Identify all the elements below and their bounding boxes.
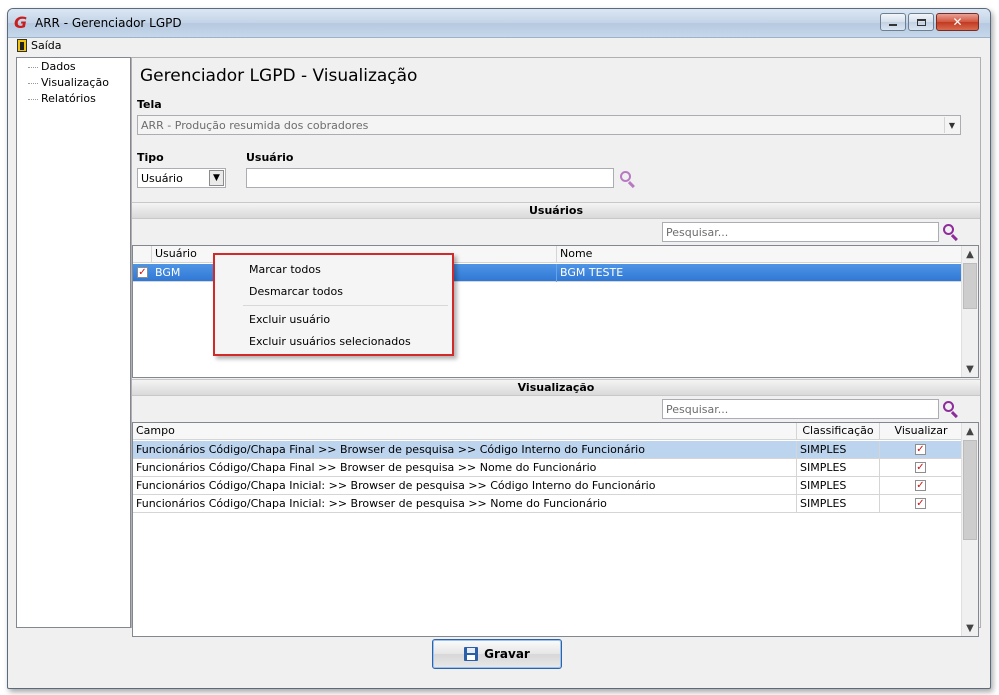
usuario-label: Usuário (246, 151, 294, 164)
cell-campo: Funcionários Código/Chapa Inicial: >> Br… (133, 495, 797, 513)
visualizacao-grid-header: Campo Classificação Visualizar (133, 423, 962, 440)
app-logo-icon: G (14, 13, 28, 32)
context-menu-item-desmarcar-todos[interactable]: Desmarcar todos (249, 285, 343, 298)
minimize-icon (889, 24, 897, 26)
context-menu-item-excluir-usuario[interactable]: Excluir usuário (249, 313, 330, 326)
usuario-input[interactable] (246, 168, 614, 188)
navigation-tree: Dados Visualização Relatórios (16, 57, 131, 628)
cell-campo: Funcionários Código/Chapa Inicial: >> Br… (133, 477, 797, 495)
visualizacao-search-field[interactable] (662, 399, 939, 419)
usuarios-search-input[interactable] (663, 223, 938, 241)
close-icon: ✕ (952, 15, 963, 29)
app-window: G ARR - Gerenciador LGPD ✕ Saída Dados V… (7, 8, 991, 689)
column-header-campo[interactable]: Campo (133, 423, 797, 440)
visualizar-checkbox[interactable]: ✓ (915, 462, 926, 473)
usuarios-search-field[interactable] (662, 222, 939, 242)
cell-campo: Funcionários Código/Chapa Final >> Brows… (133, 459, 797, 477)
context-menu-item-excluir-selecionados[interactable]: Excluir usuários selecionados (249, 335, 411, 348)
column-header-visualizar[interactable]: Visualizar (880, 423, 962, 440)
tela-select[interactable]: ARR - Produção resumida dos cobradores ▼ (137, 115, 961, 135)
column-header-classificacao[interactable]: Classificação (797, 423, 880, 440)
search-icon[interactable] (942, 223, 960, 242)
gravar-button-label: Gravar (484, 647, 530, 661)
tipo-label: Tipo (137, 151, 164, 164)
usuarios-scrollbar[interactable]: ▲ ▼ (961, 246, 978, 377)
window-title: ARR - Gerenciador LGPD (35, 16, 182, 30)
visualizacao-section-header: Visualização (132, 379, 980, 396)
cell-classificacao: SIMPLES (797, 459, 880, 477)
floppy-disk-icon (464, 647, 479, 661)
maximize-button[interactable] (908, 13, 934, 31)
visualizacao-grid: Campo Classificação Visualizar Funcionár… (132, 422, 979, 637)
context-menu-item-marcar-todos[interactable]: Marcar todos (249, 263, 321, 276)
visualizacao-scrollbar[interactable]: ▲ ▼ (961, 423, 978, 636)
title-bar[interactable]: G ARR - Gerenciador LGPD ✕ (8, 9, 990, 38)
visualizar-checkbox[interactable]: ✓ (915, 498, 926, 509)
scroll-thumb[interactable] (963, 440, 977, 540)
table-row[interactable]: Funcionários Código/Chapa Inicial: >> Br… (133, 495, 962, 513)
tree-item-visualizacao[interactable]: Visualização (41, 76, 109, 89)
page-title: Gerenciador LGPD - Visualização (140, 66, 418, 86)
cell-classificacao: SIMPLES (797, 495, 880, 513)
visualizar-checkbox[interactable]: ✓ (915, 480, 926, 491)
context-menu: Marcar todos Desmarcar todos Excluir usu… (213, 253, 454, 356)
menu-item-saida-label: Saída (31, 39, 62, 52)
gravar-button[interactable]: Gravar (432, 639, 562, 669)
tela-label: Tela (137, 98, 162, 111)
menu-bar: Saída (8, 38, 990, 56)
maximize-icon (916, 18, 926, 26)
table-row[interactable]: Funcionários Código/Chapa Final >> Brows… (133, 459, 962, 477)
cell-visualizar: ✓ (880, 477, 962, 495)
table-row[interactable]: Funcionários Código/Chapa Final >> Brows… (133, 441, 962, 459)
scroll-up-icon[interactable]: ▲ (962, 246, 978, 262)
minimize-button[interactable] (880, 13, 906, 31)
tree-connector (28, 99, 38, 100)
cell-nome: BGM TESTE (560, 266, 624, 279)
cell-classificacao: SIMPLES (797, 477, 880, 495)
search-icon[interactable] (619, 170, 637, 189)
cell-visualizar: ✓ (880, 495, 962, 513)
tree-connector (28, 83, 38, 84)
chevron-down-icon[interactable]: ▼ (209, 170, 224, 186)
scroll-up-icon[interactable]: ▲ (962, 423, 978, 439)
column-header-check[interactable] (133, 246, 152, 263)
visualizacao-search-input[interactable] (663, 400, 938, 418)
scroll-down-icon[interactable]: ▼ (962, 361, 978, 377)
search-icon[interactable] (942, 400, 960, 419)
visualizar-checkbox[interactable]: ✓ (915, 444, 926, 455)
scroll-thumb[interactable] (963, 263, 977, 309)
menu-item-saida[interactable]: Saída (17, 39, 62, 52)
tree-connector (28, 67, 38, 68)
row-checkbox[interactable]: ✓ (137, 267, 148, 278)
exit-door-icon (17, 39, 27, 52)
tree-item-dados[interactable]: Dados (41, 60, 76, 73)
tipo-select[interactable]: Usuário ▼ (137, 168, 226, 188)
cell-visualizar: ✓ (880, 459, 962, 477)
chevron-down-icon[interactable]: ▼ (944, 117, 959, 133)
context-menu-separator (243, 305, 448, 306)
column-header-nome[interactable]: Nome (557, 246, 962, 263)
cell-campo: Funcionários Código/Chapa Final >> Brows… (133, 441, 797, 459)
tela-select-value: ARR - Produção resumida dos cobradores (141, 119, 369, 132)
usuarios-section-header: Usuários (132, 202, 980, 219)
tree-item-relatorios[interactable]: Relatórios (41, 92, 96, 105)
close-button[interactable]: ✕ (936, 13, 979, 31)
tipo-select-value: Usuário (141, 172, 183, 185)
table-row[interactable]: Funcionários Código/Chapa Inicial: >> Br… (133, 477, 962, 495)
cell-classificacao: SIMPLES (797, 441, 880, 459)
scroll-down-icon[interactable]: ▼ (962, 620, 978, 636)
cell-visualizar: ✓ (880, 441, 962, 459)
